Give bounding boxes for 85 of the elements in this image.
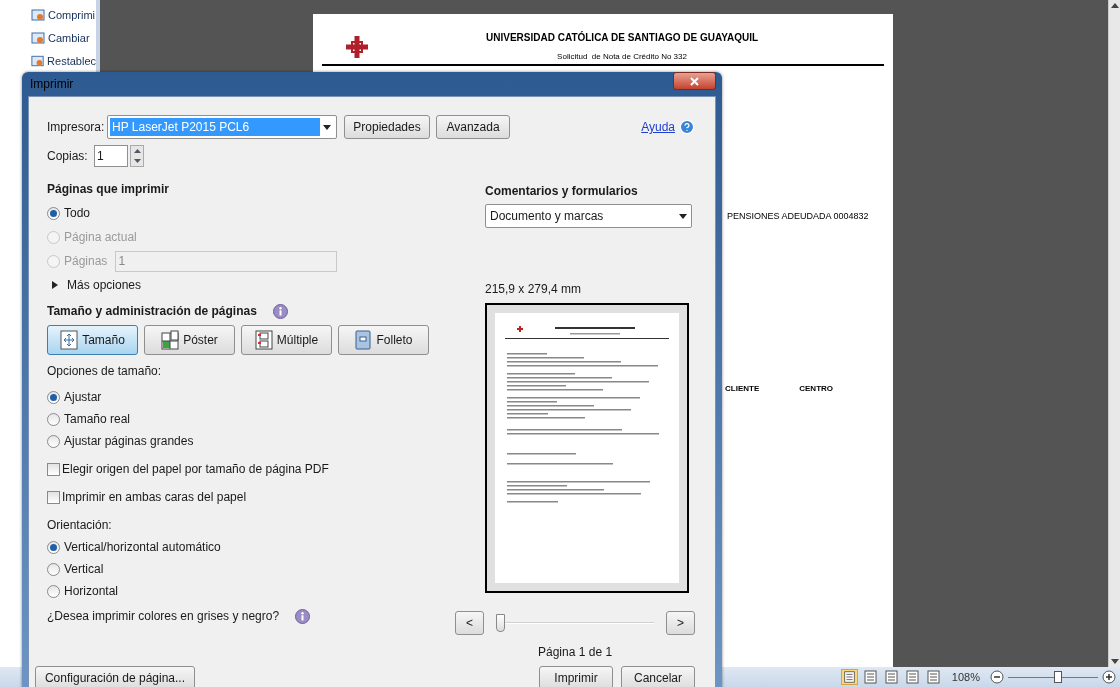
radio-label: Todo — [64, 205, 91, 222]
advanced-button[interactable]: Avanzada — [436, 115, 510, 139]
close-icon — [690, 76, 699, 86]
radio-label: Vertical/horizontal automático — [64, 539, 221, 556]
info-icon — [272, 303, 288, 319]
checkbox-label: Elegir origen del papel por tamaño de página PDF — [62, 461, 329, 478]
radio-label: Páginas — [64, 253, 108, 270]
booklet-icon — [354, 330, 373, 350]
checkbox[interactable] — [47, 490, 60, 504]
orientation-label: Orientación: — [47, 517, 113, 534]
scroll-down-icon[interactable] — [1110, 659, 1119, 665]
info-icon — [295, 608, 311, 624]
page-slider-thumb[interactable] — [496, 614, 505, 632]
column-heading: CLIENTE — [725, 382, 760, 395]
vertical-scrollbar[interactable] — [1108, 0, 1120, 667]
view-mode-icon[interactable] — [861, 669, 879, 685]
help-icon[interactable] — [679, 119, 695, 135]
copies-label: Copias: — [47, 148, 89, 165]
radio-button[interactable] — [47, 206, 60, 220]
radio-label: Ajustar — [64, 389, 102, 406]
view-mode-icon[interactable] — [924, 669, 942, 685]
spin-down-icon — [133, 159, 141, 163]
radio-button[interactable] — [47, 390, 60, 404]
ribbon-item[interactable]: Cambiar — [48, 29, 90, 47]
dialog-title: Imprimir — [30, 76, 74, 93]
radio-button[interactable] — [47, 584, 60, 598]
comments-dropdown[interactable]: Documento y marcas — [485, 204, 692, 228]
radio-button[interactable] — [47, 562, 60, 576]
radio-label: Página actual — [64, 229, 137, 246]
dropdown-arrow-icon — [320, 123, 334, 131]
radio-button[interactable] — [47, 434, 60, 448]
document-title: UNIVERSIDAD CATÓLICA DE SANTIAGO DE GUAYAQUIL — [486, 30, 759, 45]
picture-tool-icon[interactable] — [30, 7, 46, 23]
view-mode-icon[interactable] — [903, 669, 921, 685]
checkbox[interactable] — [47, 462, 60, 476]
section-title: Páginas que imprimir — [47, 181, 171, 198]
copies-spinner[interactable] — [130, 145, 144, 167]
zoom-slider-track[interactable] — [1008, 670, 1098, 684]
view-mode-icon[interactable] — [840, 669, 858, 685]
zoom-slider-thumb[interactable] — [1053, 671, 1062, 683]
grayscale-question: ¿Desea imprimir colores en grises y negro? — [47, 608, 280, 625]
page-indicator: Página 1 de 1 — [538, 644, 614, 661]
mode-tab[interactable]: Tamaño — [47, 325, 138, 355]
radio-button[interactable] — [47, 540, 60, 554]
picture-tool-icon[interactable] — [30, 53, 46, 69]
zoom-in-icon[interactable] — [1102, 670, 1116, 684]
page-slider-track[interactable] — [496, 614, 654, 632]
mode-tab[interactable]: Múltiple — [241, 325, 332, 355]
picture-tool-icon[interactable] — [30, 30, 46, 46]
radio-label: Ajustar páginas grandes — [64, 433, 194, 450]
paper-size: 215,9 x 279,4 mm — [485, 281, 583, 298]
cancel-button[interactable]: Cancelar — [621, 666, 695, 687]
next-page-button[interactable]: > — [666, 611, 695, 635]
previous-page-button[interactable]: < — [455, 611, 484, 635]
section-title: Comentarios y formularios — [485, 183, 639, 200]
zoom-level: 108% — [951, 669, 980, 685]
radio-label: Vertical — [64, 561, 104, 578]
view-mode-icon[interactable] — [882, 669, 900, 685]
column-heading: CENTRO — [799, 382, 833, 395]
radio-button[interactable] — [47, 412, 60, 426]
properties-button[interactable]: Propiedades — [344, 115, 430, 139]
spin-up-icon — [133, 149, 141, 153]
scroll-up-icon[interactable] — [1110, 2, 1119, 8]
page-setup-button[interactable]: Configuración de página... — [35, 666, 195, 687]
ribbon-item[interactable]: Comprimi — [48, 6, 96, 24]
help-link[interactable]: Ayuda — [641, 118, 675, 136]
radio-label: Horizontal — [64, 583, 119, 600]
checkbox-label: Imprimir en ambas caras del papel — [62, 489, 247, 506]
mode-tab[interactable]: Póster — [144, 325, 235, 355]
ribbon-item[interactable]: Restablec — [47, 52, 96, 70]
zoom-out-icon[interactable] — [990, 670, 1004, 684]
resize-arrows-icon — [60, 330, 79, 350]
close-button[interactable] — [673, 72, 716, 90]
more-options-toggle[interactable]: Más opciones — [47, 273, 475, 297]
print-button[interactable]: Imprimir — [539, 666, 613, 687]
poster-grid-icon — [161, 330, 180, 350]
document-subtitle: Solicitud de Nota de Crédito No 332 — [557, 51, 687, 63]
copies-field[interactable]: 1 — [94, 145, 128, 167]
document-text: PENSIONES ADEUDADA 0004832 — [727, 210, 870, 223]
radio-label: Tamaño real — [64, 411, 131, 428]
options-label: Opciones de tamaño: — [47, 363, 163, 380]
multiple-pages-icon — [254, 330, 273, 350]
printer-label: Impresora: — [47, 119, 106, 136]
mode-tab[interactable]: Folleto — [338, 325, 429, 355]
section-title: Tamaño y administración de páginas — [47, 303, 257, 320]
